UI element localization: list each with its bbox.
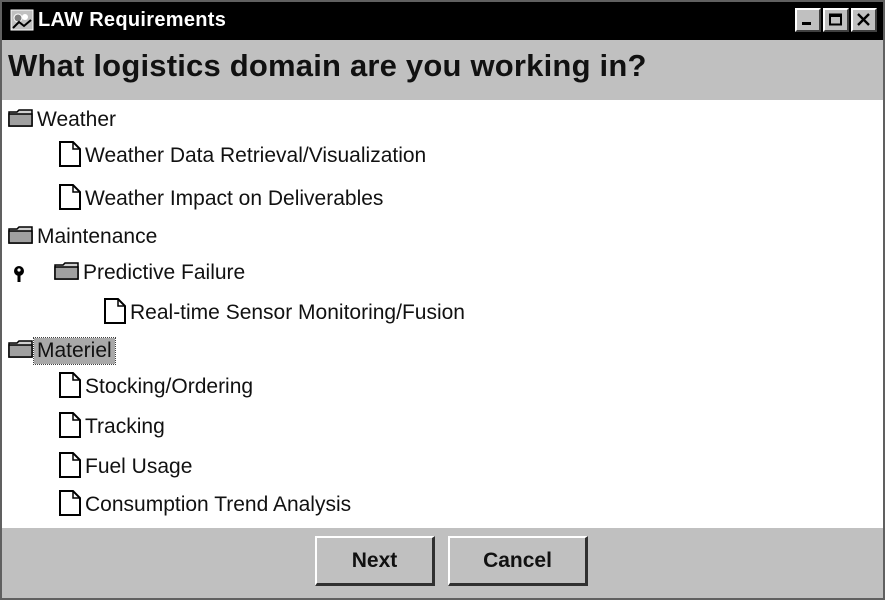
window-controls [795, 8, 877, 34]
document-icon [58, 371, 82, 404]
tree-label-sensor-monitoring: Real-time Sensor Monitoring/Fusion [130, 301, 465, 324]
button-bar: Next Cancel [2, 528, 883, 598]
document-icon [58, 489, 82, 522]
tree-label-tracking: Tracking [85, 415, 165, 438]
tree-leaf-weather-impact[interactable]: Weather Impact on Deliverables [58, 182, 386, 216]
tree-label-predictive-failure: Predictive Failure [83, 261, 246, 284]
page-title: What logistics domain are you working in… [8, 48, 647, 83]
maximize-icon[interactable] [823, 8, 849, 32]
tree-leaf-fuel-usage[interactable]: Fuel Usage [58, 450, 195, 484]
tree-label-weather-impact: Weather Impact on Deliverables [85, 187, 384, 210]
tree-label-consumption-trend: Consumption Trend Analysis [85, 493, 352, 516]
folder-icon [54, 261, 80, 286]
law-requirements-window: LAW Requirements What logistics domain a… [0, 0, 885, 600]
tree-node-weather[interactable]: Weather [8, 103, 119, 137]
document-icon [103, 297, 127, 330]
folder-icon [8, 108, 34, 133]
tree-leaf-sensor-monitoring[interactable]: Real-time Sensor Monitoring/Fusion [103, 296, 468, 330]
tree-node-maintenance[interactable]: Maintenance [8, 220, 160, 254]
expand-handle-icon[interactable] [12, 265, 26, 288]
document-icon [58, 140, 82, 173]
tree-leaf-consumption-trend[interactable]: Consumption Trend Analysis [58, 488, 354, 522]
folder-icon [8, 339, 34, 364]
title-bar[interactable]: LAW Requirements [2, 2, 883, 40]
tree-label-maintenance: Maintenance [37, 225, 158, 248]
tree-leaf-stocking[interactable]: Stocking/Ordering [58, 370, 256, 404]
tree-leaf-weather-data-retrieval[interactable]: Weather Data Retrieval/Visualization [58, 139, 429, 173]
domain-tree[interactable]: Weather Weather Data Retrieval/Visualiza… [2, 100, 883, 528]
tree-label-fuel-usage: Fuel Usage [85, 455, 193, 478]
document-icon [58, 451, 82, 484]
document-icon [58, 183, 82, 216]
next-button[interactable]: Next [315, 536, 435, 586]
app-icon [10, 9, 34, 31]
tree-node-predictive-failure[interactable]: Predictive Failure [54, 256, 248, 290]
tree-label-stocking: Stocking/Ordering [85, 375, 254, 398]
heading-band: What logistics domain are you working in… [2, 40, 883, 100]
tree-label-weather: Weather [37, 108, 116, 131]
minimize-icon[interactable] [795, 8, 821, 32]
tree-node-materiel[interactable]: Materiel [8, 334, 116, 368]
tree-leaf-tracking[interactable]: Tracking [58, 410, 168, 444]
document-icon [58, 411, 82, 444]
cancel-button[interactable]: Cancel [448, 536, 588, 586]
close-icon[interactable] [851, 8, 877, 32]
tree-label-weather-data-retrieval: Weather Data Retrieval/Visualization [85, 144, 427, 167]
window-title: LAW Requirements [38, 9, 227, 31]
folder-icon [8, 225, 34, 250]
tree-label-materiel: Materiel [33, 337, 116, 365]
